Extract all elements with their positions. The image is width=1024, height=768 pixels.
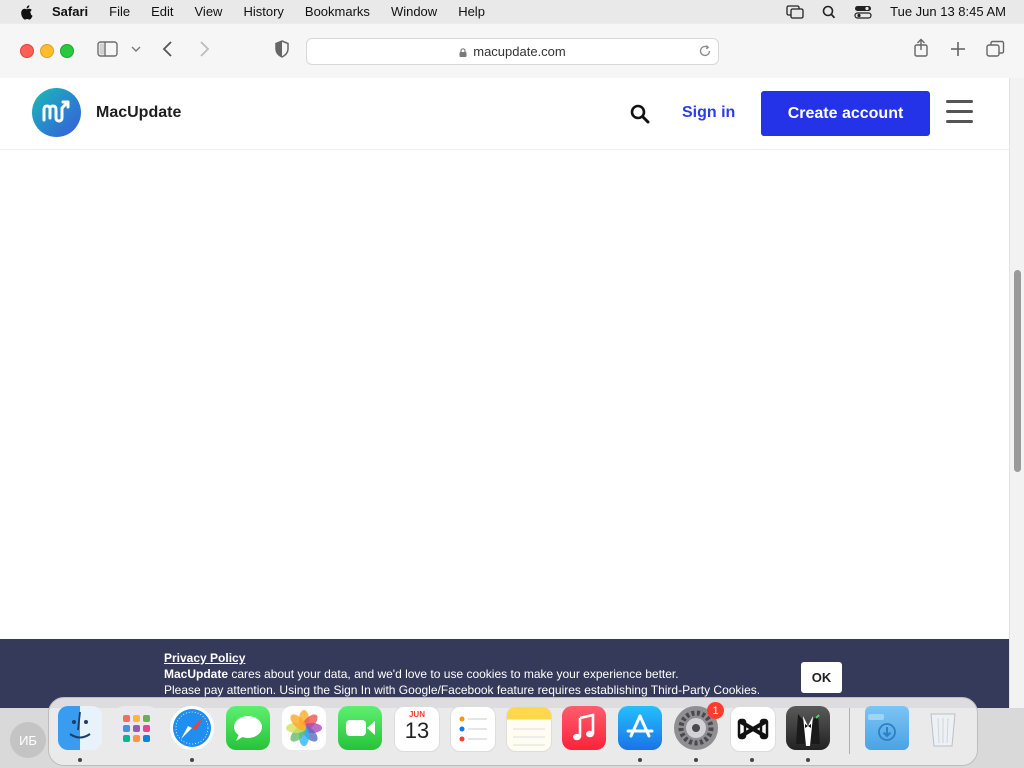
downloads-folder-icon[interactable] (865, 706, 909, 750)
messages-icon[interactable] (226, 706, 270, 750)
menu-history[interactable]: History (243, 4, 283, 19)
menu-file[interactable]: File (109, 4, 130, 19)
privacy-policy-link[interactable]: Privacy Policy (164, 651, 245, 665)
menu-window[interactable]: Window (391, 4, 437, 19)
music-icon[interactable] (562, 706, 606, 750)
finder-icon[interactable] (58, 706, 102, 750)
menu-app-name[interactable]: Safari (52, 4, 88, 19)
site-header: MacUpdate Sign in Create account (0, 78, 1009, 150)
cookie-text-line1: cares about your data, and we'd love to … (228, 667, 679, 681)
url-text: macupdate.com (473, 44, 566, 59)
app-store-icon[interactable] (618, 706, 662, 750)
page-scrollbar[interactable] (1009, 78, 1024, 708)
scrollbar-thumb[interactable] (1014, 270, 1021, 472)
web-page: MacUpdate Sign in Create account (0, 78, 1009, 708)
finder-running-dot (78, 758, 82, 762)
reload-icon[interactable] (698, 44, 712, 58)
sidebar-icon[interactable] (97, 40, 119, 58)
cookie-banner-text: MacUpdate cares about your data, and we'… (164, 667, 679, 681)
browser-toolbar: macupdate.com (0, 24, 1024, 79)
zoom-window-button[interactable] (60, 44, 74, 58)
close-window-button[interactable] (20, 44, 34, 58)
cookie-ok-button[interactable]: OK (801, 662, 842, 693)
spotlight-icon[interactable] (820, 5, 838, 19)
system-settings-icon[interactable]: 1 (674, 702, 724, 750)
status-area: Tue Jun 13 8:45 AM (770, 0, 1006, 23)
user-avatar[interactable]: ИБ (10, 722, 46, 758)
calendar-day: 13 (404, 718, 430, 743)
menu-hamburger-icon[interactable] (946, 100, 973, 124)
dock: JUN 13 1 (48, 697, 978, 766)
tab-overview-icon[interactable] (986, 40, 1005, 58)
facetime-icon[interactable] (338, 706, 382, 750)
capcut-running-dot (750, 758, 754, 762)
capcut-icon[interactable] (730, 706, 776, 752)
notes-icon[interactable] (506, 706, 552, 752)
menu-edit[interactable]: Edit (151, 4, 173, 19)
menu-bar: Safari File Edit View History Bookmarks … (0, 0, 1024, 23)
apple-menu-icon[interactable] (18, 3, 36, 21)
cookie-brand: MacUpdate (164, 667, 229, 681)
back-icon[interactable] (160, 40, 176, 58)
search-icon[interactable] (630, 104, 650, 124)
create-account-button[interactable]: Create account (761, 91, 930, 136)
app-store-running-dot (638, 758, 642, 762)
photos-icon[interactable] (282, 706, 326, 750)
macupdate-logo[interactable] (32, 88, 81, 137)
safari-app-icon[interactable] (170, 706, 214, 750)
lock-icon (459, 48, 467, 57)
bartender-icon[interactable] (786, 706, 830, 750)
minimize-window-button[interactable] (40, 44, 54, 58)
sign-in-link[interactable]: Sign in (682, 104, 735, 122)
menu-clock[interactable]: Tue Jun 13 8:45 AM (890, 4, 1006, 19)
chevron-down-icon[interactable] (130, 40, 142, 58)
bartender-running-dot (806, 758, 810, 762)
new-tab-icon[interactable] (950, 40, 966, 58)
launchpad-icon[interactable] (114, 706, 158, 750)
reminders-icon[interactable] (450, 706, 496, 752)
screen-mirroring-icon[interactable] (786, 4, 804, 19)
site-name[interactable]: MacUpdate (96, 104, 181, 122)
dock-separator (849, 708, 850, 754)
cookie-text-line2: Please pay attention. Using the Sign In … (164, 683, 761, 697)
forward-icon[interactable] (196, 40, 212, 58)
safari-running-dot (190, 758, 194, 762)
system-settings-running-dot (694, 758, 698, 762)
address-bar[interactable]: macupdate.com (306, 38, 719, 65)
trash-icon[interactable] (921, 706, 965, 750)
menu-help[interactable]: Help (458, 4, 485, 19)
calendar-icon[interactable]: JUN 13 (394, 706, 440, 752)
privacy-shield-icon[interactable] (274, 40, 290, 58)
share-icon[interactable] (912, 38, 930, 58)
logo-mark-icon (42, 100, 70, 123)
control-center-icon[interactable] (854, 5, 872, 19)
menu-bookmarks[interactable]: Bookmarks (305, 4, 370, 19)
menu-view[interactable]: View (195, 4, 223, 19)
settings-notification-badge: 1 (707, 702, 724, 719)
